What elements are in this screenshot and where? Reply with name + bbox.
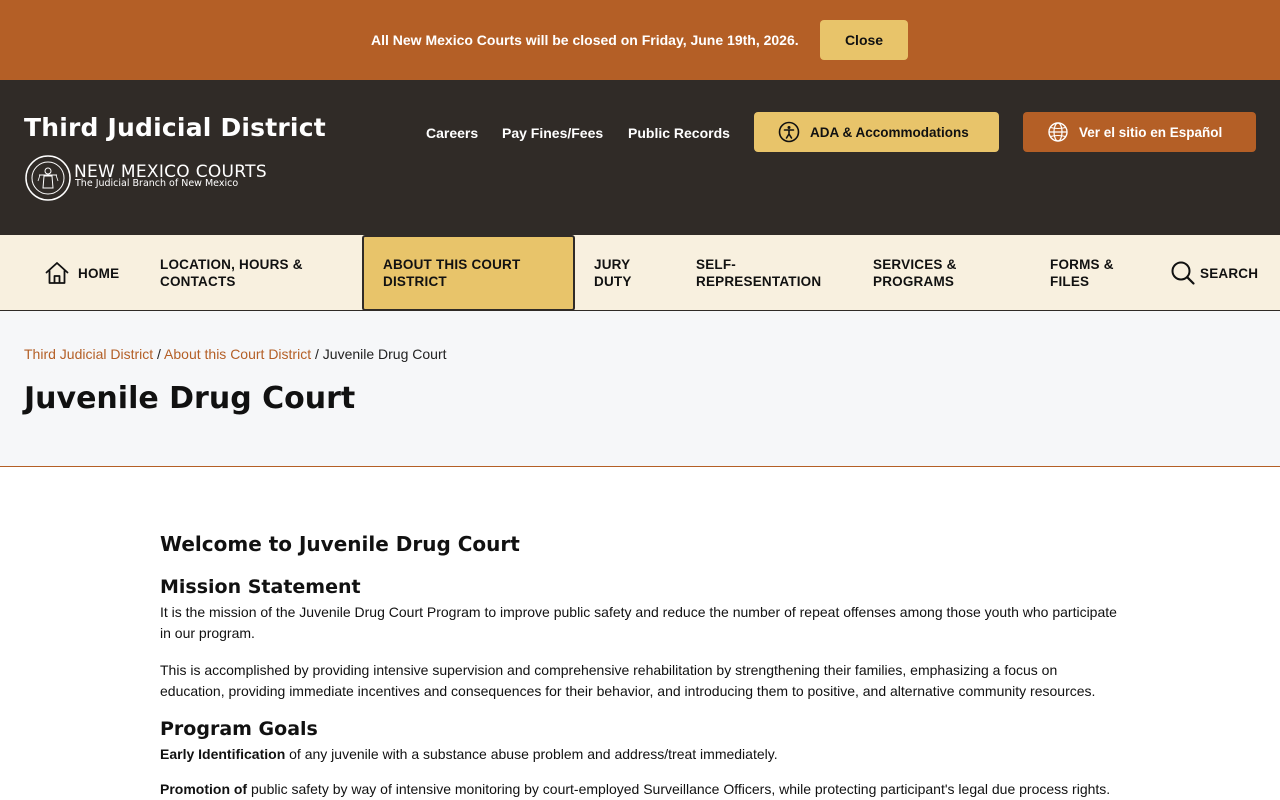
nav-item-jury-duty[interactable]: JURY DUTY (594, 235, 654, 311)
mission-paragraph-2: This is accomplished by providing intens… (160, 662, 1096, 699)
ada-label: ADA & Accommodations (810, 124, 969, 140)
goal-early-identification: Early Identification of any juvenile wit… (160, 744, 1120, 765)
nav-item-location[interactable]: LOCATION, HOURS & CONTACTS (160, 235, 330, 311)
search-label: SEARCH (1200, 265, 1259, 281)
goal-1-bold: Early Identification (160, 746, 286, 762)
goal-2-bold: Promotion of (160, 781, 248, 797)
home-icon (45, 262, 69, 284)
nav-item-home[interactable]: HOME (44, 235, 119, 311)
goal-1-text: of any juvenile with a substance abuse p… (285, 746, 778, 762)
welcome-heading: Welcome to Juvenile Drug Court (160, 532, 520, 556)
goal-promotion: Promotion of public safety by way of int… (160, 779, 1120, 800)
breadcrumb-separator: / (153, 346, 165, 362)
breadcrumb-current: Juvenile Drug Court (322, 346, 447, 362)
breadcrumb-separator: / (311, 346, 323, 362)
globe-icon (1048, 122, 1068, 142)
main-nav: HOME LOCATION, HOURS & CONTACTS ABOUT TH… (0, 235, 1280, 311)
org-tagline: The Judicial Branch of New Mexico (75, 178, 239, 189)
page-title: Juvenile Drug Court (24, 381, 356, 416)
spanish-site-button[interactable]: Ver el sitio en Español (1023, 112, 1256, 152)
alert-message: All New Mexico Courts will be closed on … (371, 32, 799, 48)
search-icon (1171, 261, 1195, 285)
court-seal-logo (25, 155, 71, 201)
pay-fines-link[interactable]: Pay Fines/Fees (502, 125, 603, 141)
alert-close-button[interactable]: Close (820, 20, 908, 60)
site-title[interactable]: Third Judicial District (24, 113, 326, 142)
nav-item-self-representation[interactable]: SELF-REPRESENTATION (696, 235, 846, 311)
breadcrumb-link-home[interactable]: Third Judicial District (24, 346, 153, 362)
search-button[interactable]: SEARCH (1170, 235, 1258, 311)
mission-heading: Mission Statement (160, 576, 361, 598)
accessibility-icon (778, 121, 800, 143)
site-header: Third Judicial District NEW MEXICO COURT… (0, 80, 1280, 235)
nav-home-label: HOME (78, 265, 120, 281)
breadcrumb: Third Judicial District / About this Cou… (24, 346, 447, 362)
alert-banner: All New Mexico Courts will be closed on … (0, 0, 1280, 80)
breadcrumb-link-about[interactable]: About this Court District (164, 346, 311, 362)
goals-heading: Program Goals (160, 718, 318, 740)
main-content: Welcome to Juvenile Drug Court Mission S… (160, 532, 1120, 800)
goal-2-text: public safety by way of intensive monito… (247, 781, 1111, 797)
public-records-link[interactable]: Public Records (628, 125, 730, 141)
careers-link[interactable]: Careers (426, 125, 478, 141)
ada-accommodations-button[interactable]: ADA & Accommodations (754, 112, 999, 152)
nav-item-services[interactable]: SERVICES & PROGRAMS (873, 235, 993, 311)
nav-item-about-active[interactable]: ABOUT THIS COURT DISTRICT (362, 235, 575, 311)
spanish-label: Ver el sitio en Español (1079, 124, 1223, 140)
mission-paragraph-1: It is the mission of the Juvenile Drug C… (160, 604, 1117, 641)
page-header: Third Judicial District / About this Cou… (0, 311, 1280, 467)
nav-item-forms[interactable]: FORMS & FILES (1050, 235, 1140, 311)
